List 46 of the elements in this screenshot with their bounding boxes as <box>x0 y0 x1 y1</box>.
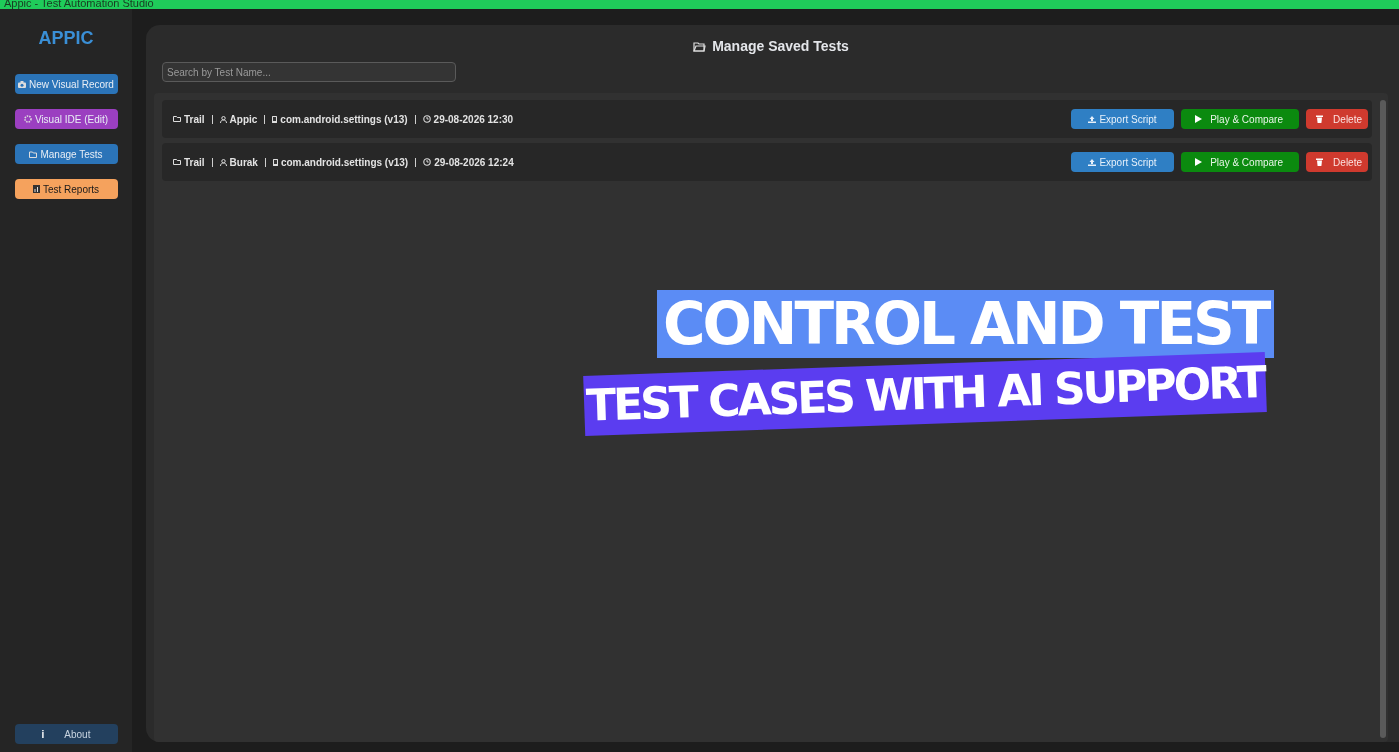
report-icon <box>32 185 40 193</box>
delete-button[interactable]: Delete <box>1306 152 1368 172</box>
folder-icon <box>173 116 181 122</box>
user-icon <box>219 158 227 166</box>
upload-icon <box>1088 115 1097 123</box>
play-button[interactable]: Play & Compare <box>1181 109 1299 129</box>
nav-button[interactable]: Visual IDE (Edit) <box>14 109 118 129</box>
nav-button[interactable]: Manage Tests <box>14 144 118 164</box>
phone-icon <box>272 158 278 166</box>
nav-button[interactable]: Test Reports <box>14 179 118 199</box>
test-row[interactable]: Trail Appic com.android.settings (v13) 29-08-2026 12:30 Export Script Play & Compare Delete <box>162 100 1372 138</box>
test-author: Appic <box>229 112 258 127</box>
test-package: com.android.settings (v13) <box>280 112 408 127</box>
test-name: Trail <box>184 155 205 170</box>
user-icon <box>219 115 227 123</box>
play-icon <box>1195 115 1202 123</box>
trash-icon <box>1316 115 1323 123</box>
search-field[interactable]: Search by Test Name... <box>162 62 456 82</box>
delete-button[interactable]: Delete <box>1306 109 1368 129</box>
test-name: Trail <box>184 112 205 127</box>
clock-icon <box>423 158 432 166</box>
test-author: Burak <box>229 155 258 170</box>
folder-icon <box>29 150 38 158</box>
window-title: Appic - Test Automation Studio <box>4 0 154 9</box>
scrollbar[interactable] <box>1380 100 1386 738</box>
export-button[interactable]: Export Script <box>1071 109 1174 129</box>
page-title: Manage Saved Tests <box>712 37 849 56</box>
banner-headline: CONTROL AND TEST <box>657 290 1275 358</box>
about-button[interactable]: i About <box>14 724 118 744</box>
folder-icon <box>693 41 707 52</box>
test-package: com.android.settings (v13) <box>280 155 409 170</box>
export-button[interactable]: Export Script <box>1071 152 1174 172</box>
phone-icon <box>272 115 278 123</box>
upload-icon <box>1088 158 1097 166</box>
banner-subline: TEST CASES WITH AI SUPPORT <box>583 352 1268 436</box>
clock-icon <box>422 115 431 123</box>
play-icon <box>1195 158 1202 166</box>
trash-icon <box>1316 158 1323 166</box>
test-row[interactable]: Trail Burak com.android.settings (v13) 29-08-2026 12:24 Export Script Play & Compare Delete <box>162 143 1372 181</box>
nav-button[interactable]: New Visual Record <box>14 74 118 94</box>
play-button[interactable]: Play & Compare <box>1181 152 1299 172</box>
test-date: 29-08-2026 12:24 <box>434 155 514 170</box>
camera-icon <box>18 80 27 88</box>
folder-icon <box>173 159 181 165</box>
app-logo: APPIC <box>38 27 94 50</box>
test-date: 29-08-2026 12:30 <box>433 112 514 127</box>
